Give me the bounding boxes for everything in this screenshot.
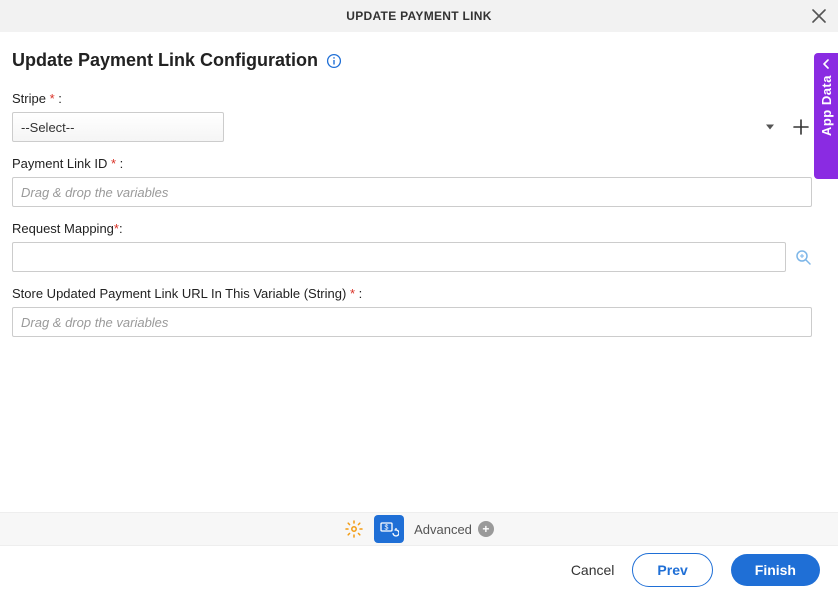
dialog-body: Update Payment Link Configuration Stripe… xyxy=(0,32,838,337)
page-title-row: Update Payment Link Configuration xyxy=(12,50,812,71)
chevron-left-icon xyxy=(821,59,831,69)
prev-button[interactable]: Prev xyxy=(632,553,712,587)
plus-circle-icon: + xyxy=(478,521,494,537)
request-mapping-label: Request Mapping*: xyxy=(12,221,812,236)
stripe-select[interactable] xyxy=(12,112,224,142)
dialog-footer: Cancel Prev Finish xyxy=(0,547,838,593)
app-data-tab[interactable]: App Data xyxy=(814,53,838,179)
cancel-button[interactable]: Cancel xyxy=(571,562,615,578)
dialog-header: UPDATE PAYMENT LINK xyxy=(0,0,838,32)
stripe-select-wrap xyxy=(12,112,782,142)
add-stripe-icon[interactable] xyxy=(790,116,812,138)
search-mapping-icon[interactable] xyxy=(794,248,812,266)
info-icon[interactable] xyxy=(326,53,342,69)
store-url-label: Store Updated Payment Link URL In This V… xyxy=(12,286,812,301)
gear-icon[interactable] xyxy=(344,519,364,539)
field-store-url: Store Updated Payment Link URL In This V… xyxy=(12,286,812,337)
request-mapping-input[interactable] xyxy=(12,242,786,272)
finish-button[interactable]: Finish xyxy=(731,554,820,586)
page-title: Update Payment Link Configuration xyxy=(12,50,318,71)
field-stripe: Stripe * : xyxy=(12,91,812,142)
bottom-toolbar: $ Advanced + xyxy=(0,512,838,546)
field-request-mapping: Request Mapping*: xyxy=(12,221,812,272)
advanced-label: Advanced xyxy=(414,522,472,537)
close-icon[interactable] xyxy=(810,7,828,25)
store-url-input[interactable] xyxy=(12,307,812,337)
dialog-title: UPDATE PAYMENT LINK xyxy=(346,9,492,23)
app-data-label: App Data xyxy=(819,75,834,136)
svg-text:$: $ xyxy=(385,525,389,532)
field-payment-link-id: Payment Link ID * : xyxy=(12,156,812,207)
convert-icon[interactable]: $ xyxy=(374,515,404,543)
advanced-toggle[interactable]: Advanced + xyxy=(414,521,494,537)
payment-link-id-input[interactable] xyxy=(12,177,812,207)
stripe-label: Stripe * : xyxy=(12,91,812,106)
chevron-down-icon xyxy=(766,125,774,130)
payment-link-id-label: Payment Link ID * : xyxy=(12,156,812,171)
